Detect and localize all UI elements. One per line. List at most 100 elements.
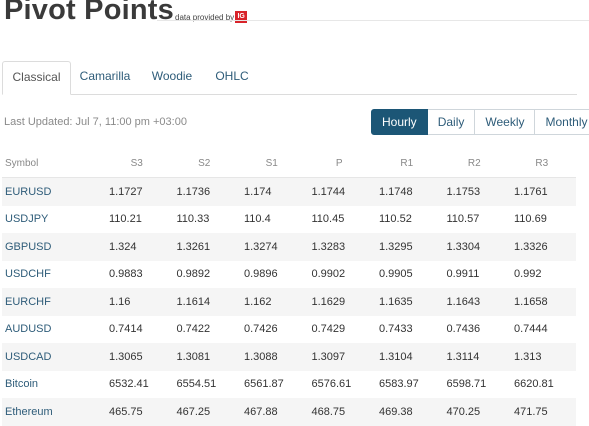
column-header: S3 xyxy=(130,158,143,169)
pivot-value: 1.3081 xyxy=(176,350,211,363)
pivot-value: 0.9911 xyxy=(446,268,480,281)
tab-classical[interactable]: Classical xyxy=(2,61,71,95)
pivot-value: 1.1761 xyxy=(514,185,548,198)
pivot-value: 1.16 xyxy=(109,295,131,308)
pivot-value: 469.38 xyxy=(379,405,413,418)
table-row: EURUSD 1.1727 1.1736 1.174 1.1744 1.1748 1.175… xyxy=(2,178,576,206)
pivot-value: 1.1635 xyxy=(379,295,413,308)
pivot-value: 0.9905 xyxy=(379,268,413,281)
table-body: EURUSD 1.1727 1.1736 1.174 1.1744 1.1748 1.175… xyxy=(2,178,576,426)
pivot-value: 110.4 xyxy=(244,213,271,226)
pivot-value: 467.25 xyxy=(176,405,211,418)
symbol-link[interactable]: AUDUSD xyxy=(2,323,103,335)
pivot-value: 6583.97 xyxy=(379,378,419,391)
column-header: S2 xyxy=(198,158,211,169)
column-header: R2 xyxy=(467,158,481,169)
pivot-value: 0.9896 xyxy=(244,268,278,281)
pivot-value: 0.7414 xyxy=(109,323,143,336)
pivot-value: 1.162 xyxy=(244,295,272,308)
table-row: Ethereum 465.75 467.25 467.88 468.75 469.38 47… xyxy=(2,398,576,426)
pivot-value: 6532.41 xyxy=(109,378,149,391)
table-header: Symbol S3 S2 S1 P R1 R2 R3 xyxy=(2,150,576,178)
pivot-value: 110.45 xyxy=(311,213,345,226)
column-header: R1 xyxy=(400,158,414,169)
pivot-table: Symbol S3 S2 S1 P R1 R2 R3 EURUSD 1.1727 1… xyxy=(2,150,576,426)
pivot-value: 0.7429 xyxy=(311,323,346,336)
pivot-value: 0.9902 xyxy=(311,268,346,281)
pivot-value: 467.88 xyxy=(244,405,278,418)
pivot-value: 1.3261 xyxy=(176,240,211,253)
pivot-value: 0.992 xyxy=(514,268,542,281)
hourly-button[interactable]: Hourly xyxy=(371,109,428,135)
pivot-value: 110.33 xyxy=(176,213,210,226)
timeframe-selector: Hourly Daily Weekly Monthly xyxy=(371,109,589,135)
column-header: P xyxy=(335,158,343,169)
pivot-value: 110.69 xyxy=(514,213,547,226)
pivot-value: 0.7422 xyxy=(176,323,211,336)
tab-woodie[interactable]: Woodie xyxy=(144,61,200,93)
pivot-value: 1.174 xyxy=(244,185,272,198)
pivot-value: 1.1748 xyxy=(379,185,413,198)
symbol-link[interactable]: EURCHF xyxy=(2,296,103,308)
pivot-value: 1.1744 xyxy=(311,185,346,198)
table-row: AUDUSD 0.7414 0.7422 0.7426 0.7429 0.7433 0.74… xyxy=(2,316,576,344)
monthly-button[interactable]: Monthly xyxy=(535,109,589,135)
symbol-link[interactable]: Bitcoin xyxy=(2,378,103,390)
weekly-button[interactable]: Weekly xyxy=(475,109,536,135)
ig-logo[interactable]: IG xyxy=(235,11,248,23)
pivot-value: 1.3088 xyxy=(244,350,278,363)
pivot-value: 1.1643 xyxy=(446,295,481,308)
symbol-link[interactable]: EURUSD xyxy=(2,186,103,198)
last-updated: Last Updated: Jul 7, 11:00 pm +03:00 xyxy=(4,116,187,128)
page-title: Pivot Points xyxy=(4,0,174,26)
pivot-value: 1.3097 xyxy=(311,350,346,363)
pivot-value: 1.1658 xyxy=(514,295,548,308)
divider xyxy=(157,20,589,21)
pivot-value: 6576.61 xyxy=(311,378,352,391)
pivot-value: 470.25 xyxy=(446,405,481,418)
pivot-value: 1.1727 xyxy=(109,185,143,198)
pivot-value: 1.3274 xyxy=(244,240,278,253)
pivot-value: 110.21 xyxy=(109,213,142,226)
tab-camarilla[interactable]: Camarilla xyxy=(74,61,136,93)
pivot-value: 1.313 xyxy=(514,350,542,363)
pivot-value: 1.1736 xyxy=(176,185,211,198)
pivot-value: 1.3283 xyxy=(311,240,346,253)
symbol-link[interactable]: Ethereum xyxy=(2,406,103,418)
table-row: EURCHF 1.16 1.1614 1.162 1.1629 1.1635 1.1643 1… xyxy=(2,288,576,316)
pivot-value: 110.52 xyxy=(379,213,412,226)
pivot-value: 465.75 xyxy=(109,405,143,418)
pivot-type-tabs: Classical Camarilla Woodie OHLC xyxy=(2,61,577,95)
pivot-value: 0.7433 xyxy=(379,323,413,336)
symbol-link[interactable]: GBPUSD xyxy=(2,241,103,253)
column-header: R3 xyxy=(535,158,549,169)
pivot-value: 110.57 xyxy=(446,213,480,226)
pivot-value: 1.3295 xyxy=(379,240,413,253)
table-row: Bitcoin 6532.41 6554.51 6561.87 6576.61 6583.… xyxy=(2,371,576,399)
pivot-value: 6620.81 xyxy=(514,378,554,391)
pivot-value: 6598.71 xyxy=(446,378,487,391)
pivot-value: 1.3114 xyxy=(446,350,480,363)
tab-ohlc[interactable]: OHLC xyxy=(208,61,256,93)
pivot-value: 6561.87 xyxy=(244,378,284,391)
pivot-value: 1.3104 xyxy=(379,350,413,363)
data-provider: data provided by IG xyxy=(175,11,248,23)
symbol-link[interactable]: USDJPY xyxy=(2,213,103,225)
symbol-link[interactable]: USDCHF xyxy=(2,268,103,280)
daily-button[interactable]: Daily xyxy=(427,109,476,135)
pivot-value: 1.324 xyxy=(109,240,137,253)
symbol-link[interactable]: USDCAD xyxy=(2,351,103,363)
pivot-value: 0.9883 xyxy=(109,268,143,281)
pivot-value: 468.75 xyxy=(311,405,346,418)
table-row: USDCHF 0.9883 0.9892 0.9896 0.9902 0.9905 0.99… xyxy=(2,261,576,289)
pivot-value: 471.75 xyxy=(514,405,548,418)
pivot-value: 0.7444 xyxy=(514,323,548,336)
pivot-value: 1.3065 xyxy=(109,350,143,363)
pivot-value: 1.3326 xyxy=(514,240,548,253)
table-row: USDJPY 110.21 110.33 110.4 110.45 110.52 110.5… xyxy=(2,206,576,234)
pivot-value: 1.1614 xyxy=(176,295,211,308)
column-header: S1 xyxy=(265,158,278,169)
pivot-value: 1.3304 xyxy=(446,240,481,253)
column-header: Symbol xyxy=(5,158,39,169)
pivot-value: 0.9892 xyxy=(176,268,211,281)
